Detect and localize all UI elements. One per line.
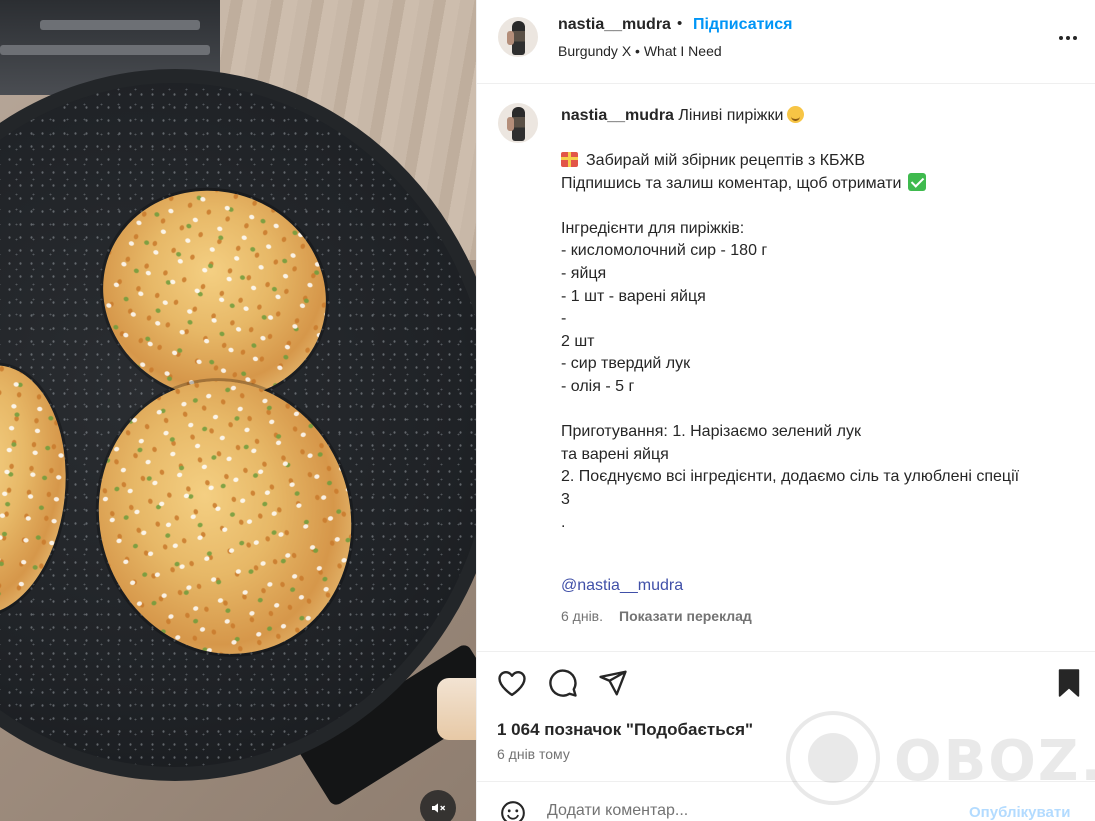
emoji-icon <box>501 801 525 821</box>
publish-button[interactable]: Опублікувати <box>969 804 1070 821</box>
separator-dot: • <box>677 15 683 32</box>
caption-line: - олія - 5 г <box>561 377 635 395</box>
mute-button[interactable] <box>420 790 456 821</box>
caption-line: . <box>561 513 566 531</box>
comment-input[interactable] <box>547 802 947 820</box>
next-media-peek[interactable] <box>437 678 476 740</box>
author-username[interactable]: nastia__mudra <box>558 16 671 34</box>
caption-text: Забирай мій збірник рецептів з КБЖВ Підп… <box>561 150 1081 534</box>
share-button[interactable] <box>597 667 629 699</box>
caption-line: Забирай мій збірник рецептів з КБЖВ <box>561 150 1081 173</box>
caption-line: Підпишись та залиш коментар, щоб отримат… <box>561 172 1081 196</box>
caption-section: nastia__mudra Ліниві пиріжки Забирай мій… <box>477 84 1095 652</box>
likes-count[interactable]: 1 064 позначок "Подобається" <box>497 720 753 740</box>
caption-line: - яйця <box>561 264 607 282</box>
caption-title: Ліниві пиріжки <box>678 107 784 124</box>
caption-age: 6 днів. <box>561 608 604 624</box>
more-options-icon[interactable] <box>1055 28 1081 48</box>
comment-button[interactable] <box>547 667 579 699</box>
avatar[interactable] <box>498 103 538 143</box>
audio-track[interactable]: Burgundy X • What I Need <box>558 43 722 59</box>
avatar[interactable] <box>498 17 538 57</box>
save-button[interactable] <box>1053 667 1085 699</box>
caption-line: 3 <box>561 490 570 508</box>
caption-line <box>561 195 1081 218</box>
caption-line: 2. Поєднуємо всі інгредієнти, додаємо сі… <box>561 468 1020 486</box>
like-button[interactable] <box>496 667 528 699</box>
post-header: nastia__mudra • Підписатися Burgundy X •… <box>477 0 1095 84</box>
caption-line: - <box>561 310 567 328</box>
post-side-panel: nastia__mudra • Підписатися Burgundy X •… <box>476 0 1095 821</box>
mention-link[interactable]: @nastia__mudra <box>561 577 683 595</box>
smile-emoji-icon <box>787 106 805 123</box>
post-media[interactable] <box>0 0 476 821</box>
caption-line <box>561 399 1081 422</box>
caption-line: Приготування: 1. Нарізаємо зелений лук <box>561 423 862 441</box>
heart-icon <box>498 670 526 697</box>
caption-heading: nastia__mudra Ліниві пиріжки <box>561 106 805 125</box>
comment-bar: Опублікувати <box>477 781 1095 821</box>
sound-off-icon <box>432 803 446 813</box>
comment-icon <box>549 669 577 697</box>
caption-line: - кисломолочний сир - 180 г <box>561 242 768 260</box>
caption-line: Інгредієнти для пиріжків: <box>561 219 745 237</box>
paper-plane-icon <box>599 670 627 696</box>
caption-line: та варені яйця <box>561 445 669 463</box>
post-date: 6 днів тому <box>497 746 570 762</box>
check-emoji-icon <box>907 172 926 191</box>
caption-line: 2 шт <box>561 332 595 350</box>
post-actions: 1 064 позначок "Подобається" 6 днів тому <box>477 652 1095 782</box>
caption-username[interactable]: nastia__mudra <box>561 107 674 124</box>
follow-button[interactable]: Підписатися <box>693 16 793 34</box>
show-translation-button[interactable]: Показати переклад <box>619 608 752 624</box>
caption-line: - 1 шт - варені яйця <box>561 287 706 305</box>
bookmark-icon <box>1058 669 1080 697</box>
caption-line: - сир твердий лук <box>561 355 691 373</box>
gift-emoji-icon <box>561 152 578 167</box>
emoji-button[interactable] <box>499 799 527 821</box>
